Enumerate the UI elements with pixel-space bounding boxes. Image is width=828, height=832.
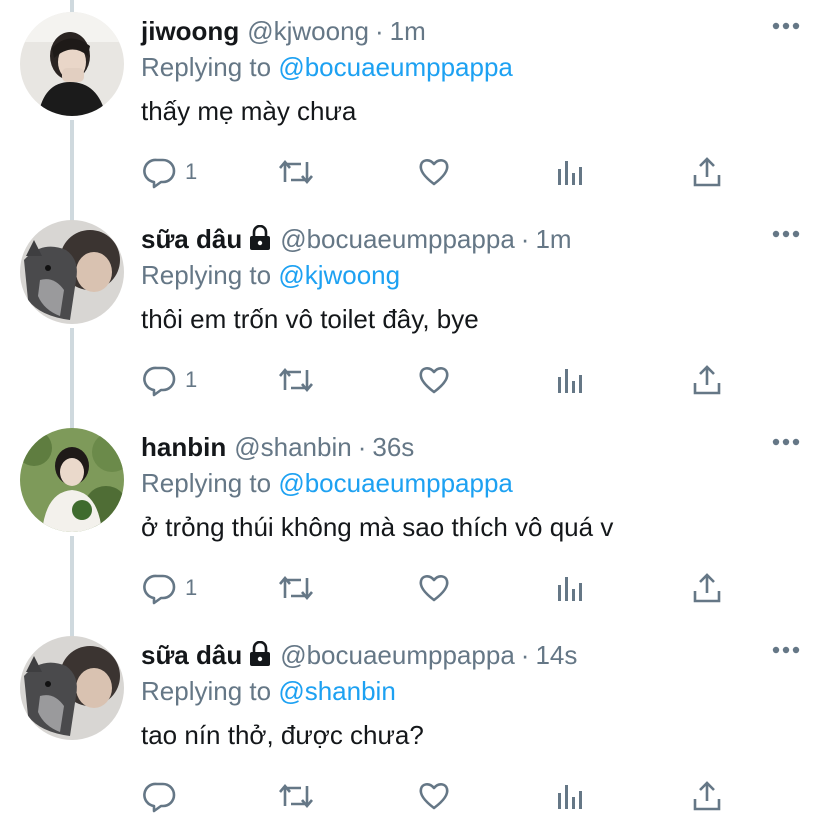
analytics-icon	[558, 161, 582, 185]
lock-icon	[250, 225, 271, 250]
analytics-button[interactable]	[555, 568, 585, 608]
timestamp[interactable]: 1m	[535, 224, 571, 254]
mention-link[interactable]: @kjwoong	[278, 260, 400, 290]
avatar[interactable]	[20, 220, 124, 324]
tweet-actions: 1	[141, 152, 741, 192]
tweet-text: ở trỏng thúi không mà sao thích vô quá v	[141, 512, 614, 542]
analytics-icon	[558, 577, 582, 601]
tweet[interactable]: sữa dâu @bocuaeumppappa · 14s Replying to @…	[0, 624, 828, 832]
like-button[interactable]	[417, 568, 451, 608]
share-icon	[693, 781, 721, 811]
heart-icon	[419, 575, 449, 602]
tweet-text: tao nín thở, được chưa?	[141, 720, 424, 750]
timestamp[interactable]: 1m	[390, 16, 426, 46]
reply-button[interactable]: 1	[143, 568, 197, 608]
replying-to: Replying to @kjwoong	[141, 258, 400, 292]
reply-count: 1	[185, 367, 198, 392]
tweet-actions	[141, 776, 741, 816]
reply-icon	[143, 782, 176, 813]
timestamp[interactable]: 14s	[535, 640, 577, 670]
heart-icon	[419, 159, 449, 186]
retweet-button[interactable]	[277, 152, 315, 192]
retweet-button[interactable]	[277, 360, 315, 400]
replying-to-prefix: Replying to	[141, 52, 272, 82]
share-button[interactable]	[691, 776, 723, 816]
share-icon	[693, 365, 721, 395]
replying-to: Replying to @shanbin	[141, 674, 396, 708]
tweet-actions: 1	[141, 568, 741, 608]
share-button[interactable]	[691, 360, 723, 400]
display-name[interactable]: hanbin	[141, 432, 226, 462]
user-handle[interactable]: @shanbin	[234, 432, 351, 462]
like-button[interactable]	[417, 360, 451, 400]
separator-dot: ·	[357, 432, 367, 462]
replying-to: Replying to @bocuaeumppappa	[141, 50, 513, 84]
retweet-icon	[279, 783, 313, 809]
tweet-text: thấy mẹ mày chưa	[141, 96, 357, 126]
retweet-button[interactable]	[277, 776, 315, 816]
share-button[interactable]	[691, 568, 723, 608]
reply-button[interactable]: 1	[143, 152, 197, 192]
analytics-button[interactable]	[555, 360, 585, 400]
separator-dot: ·	[520, 640, 530, 670]
share-button[interactable]	[691, 152, 723, 192]
share-icon	[693, 573, 721, 603]
analytics-icon	[558, 369, 582, 393]
user-handle[interactable]: @kjwoong	[247, 16, 369, 46]
avatar[interactable]	[20, 12, 124, 116]
user-handle[interactable]: @bocuaeumppappa	[280, 224, 515, 254]
display-name[interactable]: jiwoong	[141, 16, 239, 46]
analytics-button[interactable]	[555, 776, 585, 816]
retweet-button[interactable]	[277, 568, 315, 608]
more-options-icon[interactable]	[770, 644, 802, 656]
timestamp[interactable]: 36s	[372, 432, 414, 462]
retweet-icon	[279, 159, 313, 185]
reply-icon	[143, 366, 176, 397]
share-icon	[693, 157, 721, 187]
replying-to-prefix: Replying to	[141, 260, 272, 290]
tweet-actions: 1	[141, 360, 741, 400]
like-button[interactable]	[417, 152, 451, 192]
retweet-icon	[279, 575, 313, 601]
avatar[interactable]	[20, 428, 124, 532]
retweet-icon	[279, 367, 313, 393]
more-options-icon[interactable]	[770, 436, 802, 448]
display-name[interactable]: sữa dâu	[141, 224, 242, 254]
reply-count: 1	[185, 575, 198, 600]
tweet[interactable]: jiwoong @kjwoong · 1m Replying to @bocuaeum…	[0, 0, 828, 208]
like-button[interactable]	[417, 776, 451, 816]
mention-link[interactable]: @bocuaeumppappa	[278, 468, 513, 498]
display-name[interactable]: sữa dâu	[141, 640, 242, 670]
separator-dot: ·	[520, 224, 530, 254]
tweet[interactable]: sữa dâu @bocuaeumppappa · 1m Replying to @k…	[0, 208, 828, 416]
user-handle[interactable]: @bocuaeumppappa	[280, 640, 515, 670]
tweet[interactable]: hanbin @shanbin · 36s Replying to @bocuaeum…	[0, 416, 828, 624]
reply-count: 1	[185, 159, 198, 184]
replying-to: Replying to @bocuaeumppappa	[141, 466, 513, 500]
reply-button[interactable]	[143, 776, 185, 816]
tweet-text: thôi em trốn vô toilet đây, bye	[141, 304, 479, 334]
avatar[interactable]	[20, 636, 124, 740]
reply-icon	[143, 158, 176, 189]
mention-link[interactable]: @bocuaeumppappa	[278, 52, 513, 82]
more-options-icon[interactable]	[770, 228, 802, 240]
reply-button[interactable]: 1	[143, 360, 197, 400]
analytics-button[interactable]	[555, 152, 585, 192]
mention-link[interactable]: @shanbin	[278, 676, 395, 706]
analytics-icon	[558, 785, 582, 809]
lock-icon	[250, 641, 271, 666]
replying-to-prefix: Replying to	[141, 676, 272, 706]
reply-icon	[143, 574, 176, 605]
replying-to-prefix: Replying to	[141, 468, 272, 498]
heart-icon	[419, 783, 449, 810]
more-options-icon[interactable]	[770, 20, 802, 32]
separator-dot: ·	[375, 16, 384, 46]
heart-icon	[419, 367, 449, 394]
